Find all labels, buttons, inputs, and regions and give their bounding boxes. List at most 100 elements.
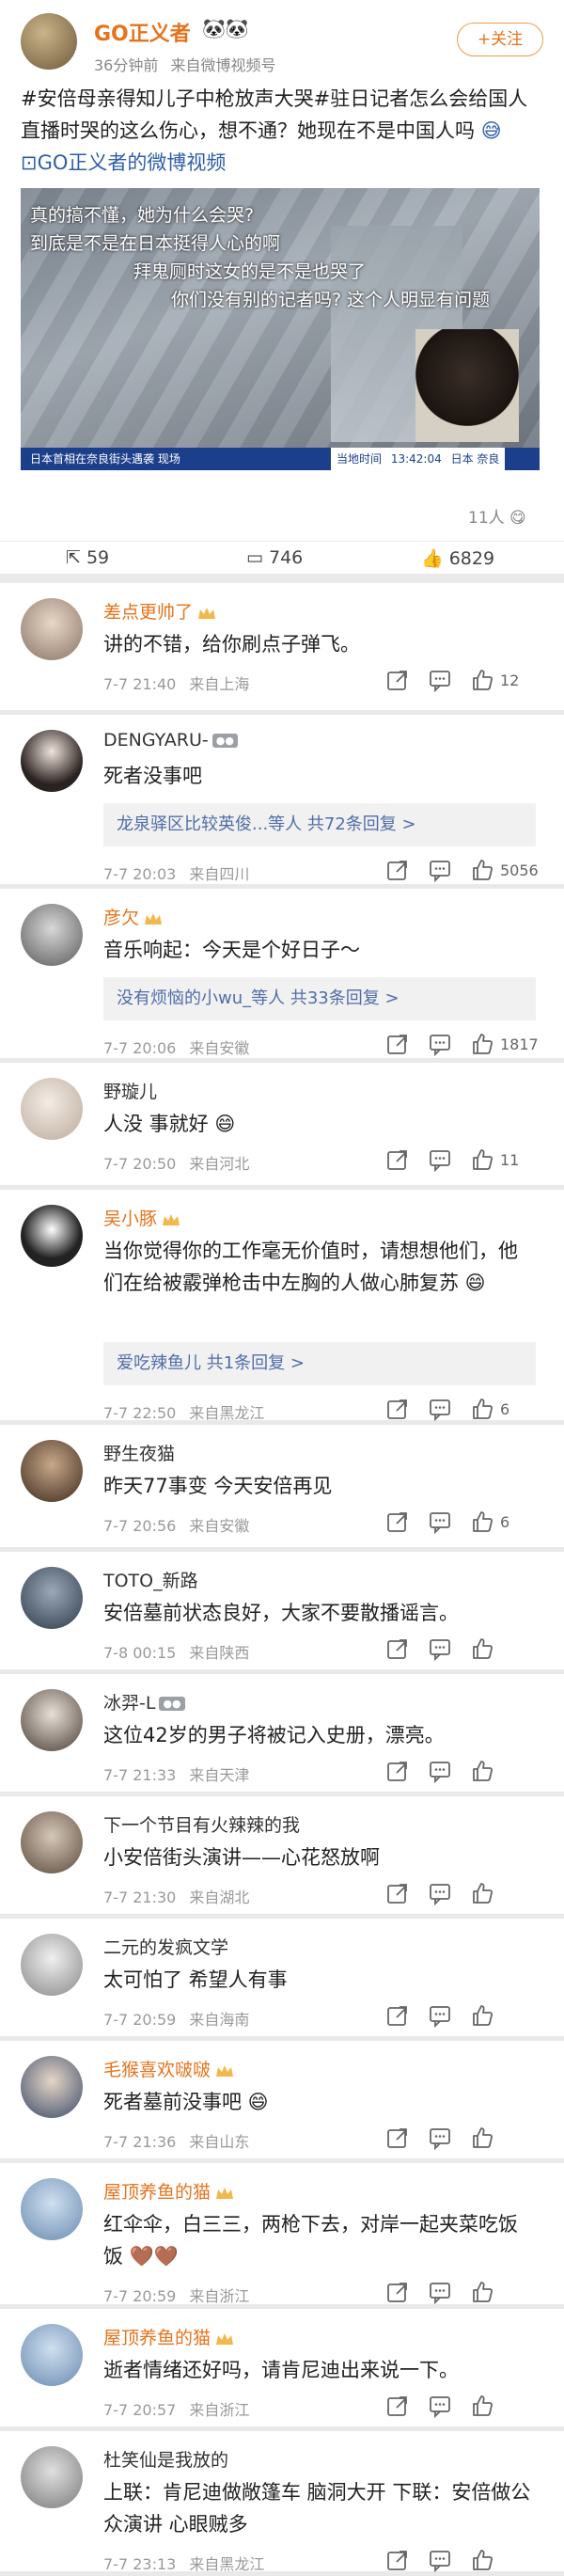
comment-icon[interactable] [428, 668, 452, 693]
commenter-name-label[interactable]: 屋顶养鱼的猫 [103, 2182, 211, 2203]
comment-icon[interactable] [428, 2003, 452, 2029]
share-icon[interactable] [385, 2280, 410, 2304]
follow-button[interactable]: +关注 [457, 23, 543, 56]
commenter-avatar[interactable] [21, 2446, 83, 2508]
commenter-name[interactable]: 二元的发疯文学 [103, 1934, 228, 1959]
share-icon[interactable] [385, 1636, 410, 1661]
reply-thread-link[interactable]: 龙泉驿区比较英俊...等人 共72条回复 > [103, 803, 536, 846]
commenter-name[interactable]: 冰羿-L ●● [103, 1689, 185, 1715]
commenter-name[interactable]: 吴小豚 [103, 1205, 181, 1230]
commenter-name-label[interactable]: TOTO_新路 [103, 1571, 198, 1591]
reply-thread-link[interactable]: 爱吃辣鱼儿 共1条回复 > [103, 1342, 536, 1385]
commenter-avatar[interactable] [21, 1205, 83, 1267]
like-icon[interactable] [470, 2280, 494, 2304]
comment-icon[interactable] [428, 1881, 452, 1906]
commenter-name-label[interactable]: 野璇儿 [103, 1082, 157, 1102]
like-icon[interactable] [470, 1032, 494, 1056]
commenter-avatar[interactable] [21, 2178, 83, 2240]
comment-location: 来自四川 [189, 865, 250, 883]
share-icon[interactable] [385, 1032, 410, 1056]
commenter-name[interactable]: TOTO_新路 [103, 1567, 198, 1592]
repost-button[interactable]: ⇱ 59 [66, 547, 109, 568]
commenter-name-label[interactable]: 杜笑仙是我放的 [103, 2450, 228, 2471]
commenter-avatar[interactable] [21, 1440, 83, 1502]
comment-icon[interactable] [428, 858, 452, 883]
commenter-name-label[interactable]: 屋顶养鱼的猫 [103, 2328, 211, 2348]
like-icon[interactable] [470, 1397, 494, 1421]
commenter-name-label[interactable]: 彦欠 [103, 908, 139, 928]
comment-icon[interactable] [428, 1759, 452, 1784]
commenter-name[interactable]: 毛猴喜欢啵啵 [103, 2056, 235, 2081]
commenter-name[interactable]: 屋顶养鱼的猫 [103, 2178, 235, 2204]
comment-icon[interactable] [428, 2394, 452, 2419]
comment-button[interactable]: ▭ 746 [246, 547, 303, 568]
commenter-avatar[interactable] [21, 1078, 83, 1140]
comment-icon[interactable] [428, 1397, 452, 1422]
commenter-name-label[interactable]: 毛猴喜欢啵啵 [103, 2060, 211, 2080]
share-icon[interactable] [385, 1759, 410, 1783]
like-icon[interactable] [470, 1509, 494, 1534]
share-icon[interactable] [385, 2126, 410, 2150]
like-icon[interactable] [470, 2126, 494, 2150]
commenter-avatar[interactable] [21, 1567, 83, 1629]
commenter-name-label[interactable]: 差点更帅了 [103, 602, 193, 623]
like-icon[interactable] [470, 2394, 494, 2418]
commenter-avatar[interactable] [21, 1934, 83, 1996]
commenter-name-label[interactable]: 吴小豚 [103, 1209, 157, 1229]
share-icon[interactable] [385, 1881, 410, 1905]
commenter-name-label[interactable]: 冰羿-L [103, 1693, 155, 1714]
commenter-name[interactable]: DENGYARU- ●● [103, 730, 238, 751]
comment-icon[interactable] [428, 2280, 452, 2305]
commenter-avatar[interactable] [21, 2056, 83, 2118]
comment-icon[interactable] [428, 2548, 452, 2573]
share-icon[interactable] [385, 858, 410, 882]
commenter-name[interactable]: 彦欠 [103, 904, 164, 929]
author-avatar[interactable] [21, 13, 77, 70]
commenter-name-label[interactable]: 二元的发疯文学 [103, 1937, 228, 1958]
like-icon[interactable] [470, 1636, 494, 1661]
commenter-name[interactable]: 差点更帅了 [103, 598, 217, 624]
like-icon[interactable] [470, 1759, 494, 1783]
video-link-label[interactable]: GO正义者的微博视频 [38, 151, 227, 174]
commenter-avatar[interactable] [21, 730, 83, 792]
comment-icon[interactable] [428, 1147, 452, 1173]
commenter-name-label[interactable]: 野生夜猫 [103, 1444, 175, 1464]
video-player[interactable]: 真的搞不懂，她为什么会哭? 到底是不是在日本挺得人心的啊 拜鬼厕时这女的是不是也… [21, 188, 540, 470]
comment-location: 来自浙江 [189, 2401, 250, 2419]
like-icon[interactable] [470, 2548, 494, 2572]
commenter-avatar[interactable] [21, 1689, 83, 1751]
comment-icon[interactable] [428, 1032, 452, 1057]
commenter-name[interactable]: 下一个节目有火辣辣的我 [103, 1811, 300, 1837]
share-icon[interactable] [385, 1509, 410, 1534]
share-icon[interactable] [385, 668, 410, 692]
like-icon[interactable] [470, 668, 494, 692]
reply-thread-link[interactable]: 没有烦恼的小wu_等人 共33条回复 > [103, 977, 536, 1020]
commenter-avatar[interactable] [21, 904, 83, 966]
like-icon[interactable] [470, 858, 494, 882]
share-icon[interactable] [385, 2548, 410, 2572]
commenter-name-label[interactable]: DENGYARU- [103, 730, 209, 751]
commenter-avatar[interactable] [21, 2324, 83, 2386]
commenter-name[interactable]: 屋顶养鱼的猫 [103, 2324, 235, 2349]
commenter-name[interactable]: 野生夜猫 [103, 1440, 175, 1465]
like-icon[interactable] [470, 2003, 494, 2028]
like-icon[interactable] [470, 1881, 494, 1905]
commenter-avatar[interactable] [21, 598, 83, 660]
comment-item: 野生夜猫 昨天77事变 今天安倍再见 7-7 20:56 来自安徽 6 [0, 1425, 564, 1547]
comment-time: 7-7 20:50 [103, 1155, 177, 1173]
commenter-name[interactable]: 杜笑仙是我放的 [103, 2446, 228, 2472]
commenter-name-label[interactable]: 下一个节目有火辣辣的我 [103, 1815, 300, 1836]
commenter-avatar[interactable] [21, 1811, 83, 1873]
share-icon[interactable] [385, 1147, 410, 1172]
like-button[interactable]: 👍 6829 [421, 547, 494, 569]
like-icon[interactable] [470, 1147, 494, 1172]
share-icon[interactable] [385, 2394, 410, 2418]
author-name[interactable]: GO正义者 [94, 17, 191, 47]
share-icon[interactable] [385, 2003, 410, 2028]
video-link[interactable]: ⊡GO正义者的微博视频 [21, 151, 226, 174]
share-icon[interactable] [385, 1397, 410, 1421]
commenter-name[interactable]: 野璇儿 [103, 1078, 157, 1103]
comment-icon[interactable] [428, 2126, 452, 2151]
comment-icon[interactable] [428, 1509, 452, 1535]
comment-icon[interactable] [428, 1636, 452, 1662]
